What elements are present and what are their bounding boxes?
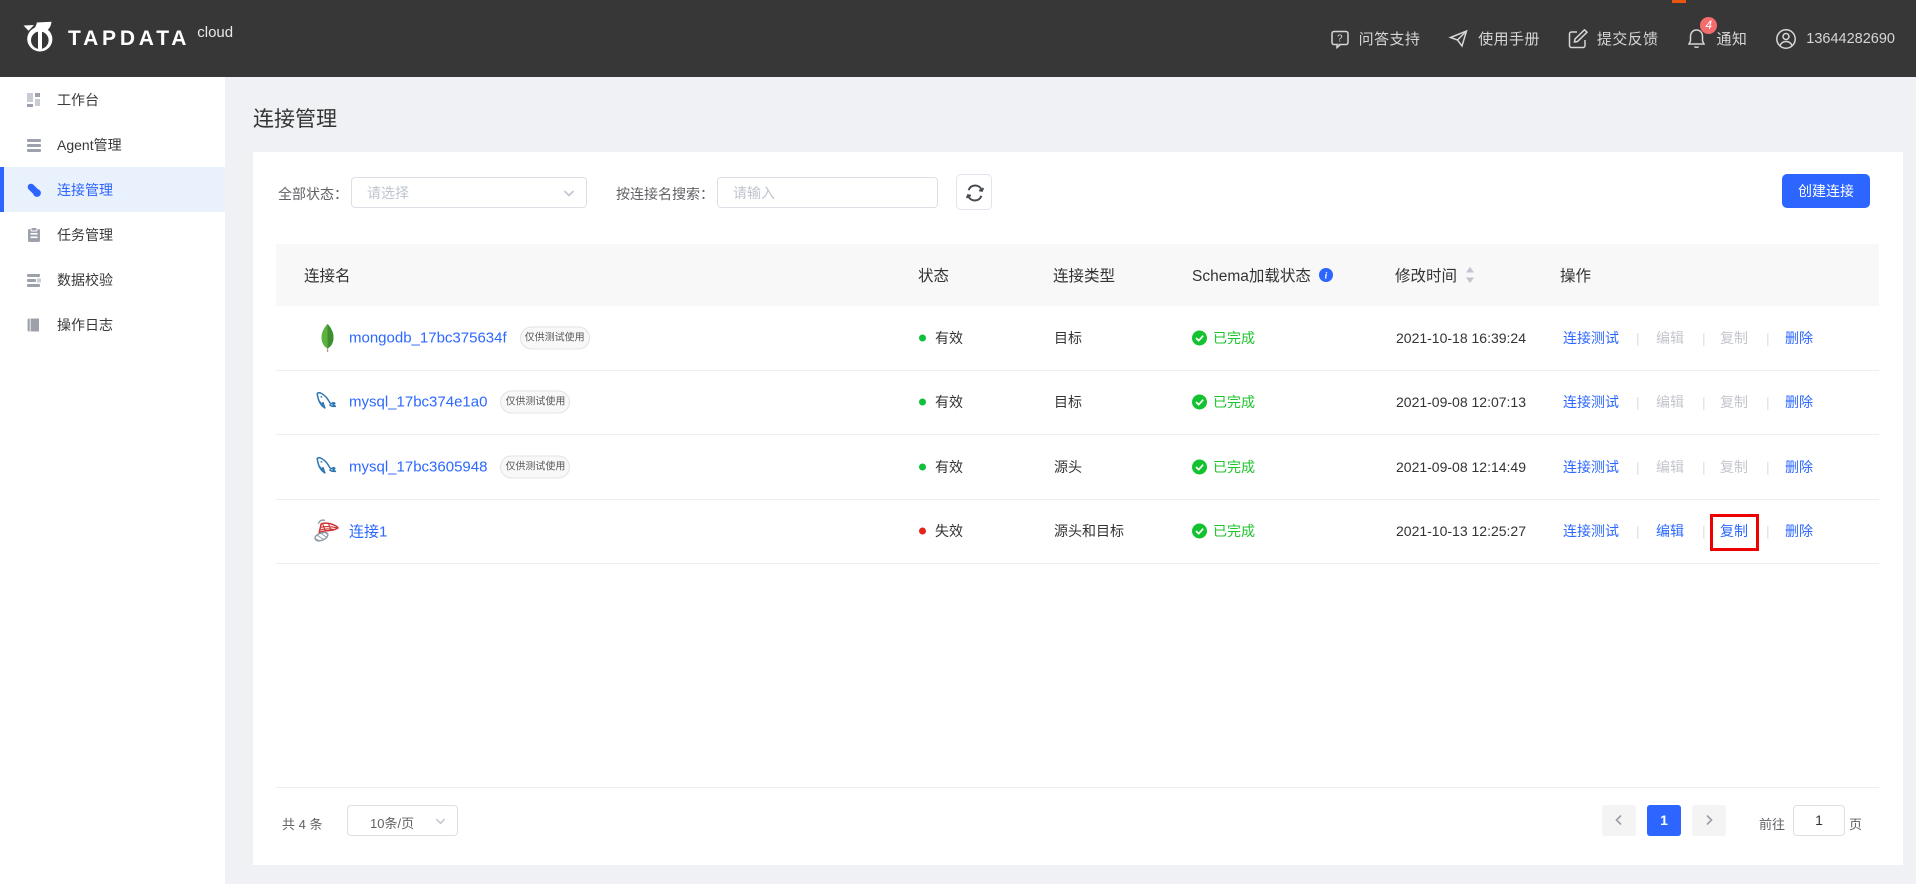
svg-text:?: ? <box>1337 33 1343 44</box>
svg-text:i: i <box>1325 271 1328 281</box>
